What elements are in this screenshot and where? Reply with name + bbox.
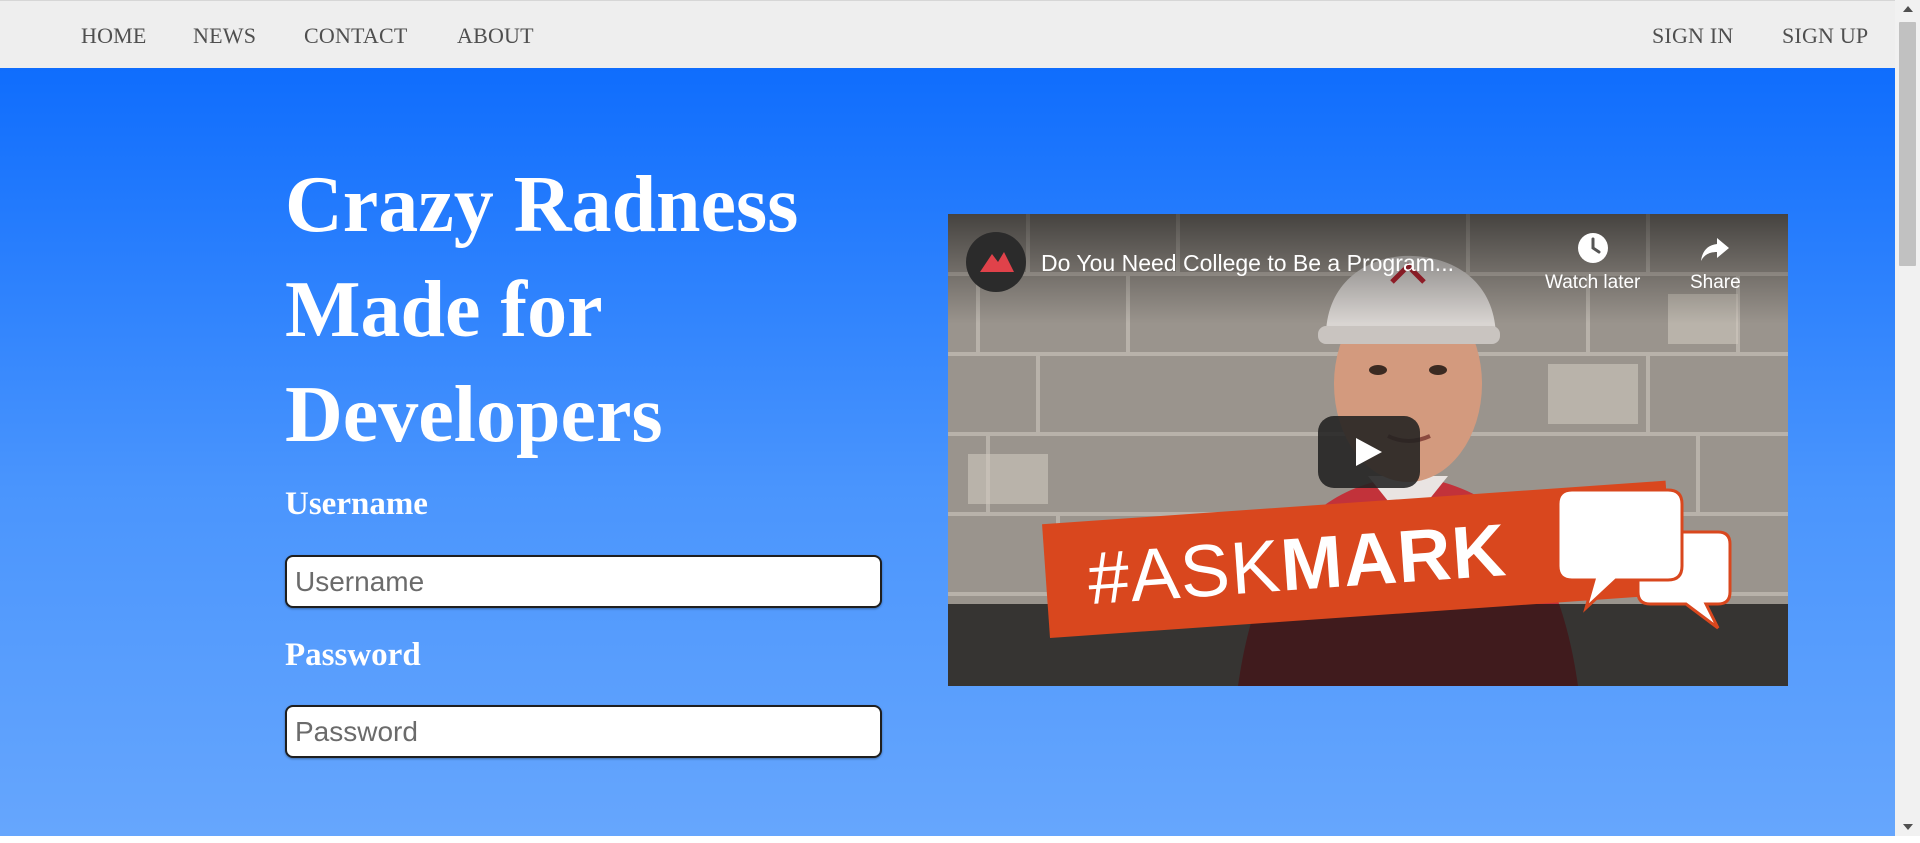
hero-title-line-3: Developers	[285, 371, 663, 459]
password-label: Password	[285, 637, 421, 673]
password-input[interactable]	[285, 705, 882, 758]
nav-sign-up-link[interactable]: SIGN UP	[1782, 23, 1868, 49]
share-label: Share	[1690, 272, 1741, 293]
watch-later-button[interactable]: Watch later	[1545, 232, 1640, 294]
scroll-down-arrow-icon[interactable]	[1903, 824, 1913, 830]
scroll-up-arrow-icon[interactable]	[1903, 6, 1913, 12]
username-input[interactable]	[285, 555, 882, 608]
play-icon	[1356, 438, 1382, 466]
share-button[interactable]: Share	[1690, 232, 1741, 294]
nav-contact-link[interactable]: CONTACT	[304, 23, 408, 49]
hero-title-line-2: Made for	[285, 266, 603, 354]
username-label: Username	[285, 486, 428, 522]
nav-news-link[interactable]: NEWS	[193, 23, 256, 49]
youtube-video-embed[interactable]: Do You Need College to Be a Program... W…	[948, 214, 1788, 686]
nav-sign-in-link[interactable]: SIGN IN	[1652, 23, 1733, 49]
hero-title: Crazy Radness Made for Developers	[285, 153, 905, 468]
channel-logo-icon[interactable]	[966, 232, 1026, 292]
top-navbar: HOME NEWS CONTACT ABOUT SIGN IN SIGN UP	[0, 0, 1895, 68]
clock-icon	[1577, 233, 1608, 263]
nav-about-link[interactable]: ABOUT	[457, 23, 534, 49]
vertical-scrollbar[interactable]	[1895, 0, 1920, 836]
video-title[interactable]: Do You Need College to Be a Program...	[1041, 250, 1454, 277]
banner-hash-text: #ASK	[1085, 523, 1284, 621]
banner-bold-text: MARK	[1277, 508, 1510, 607]
play-button[interactable]	[1318, 416, 1420, 488]
watch-later-label: Watch later	[1545, 272, 1641, 293]
speech-bubbles-icon	[1558, 488, 1732, 630]
share-arrow-icon	[1701, 238, 1730, 261]
hero-title-line-1: Crazy Radness	[285, 161, 799, 249]
scrollbar-thumb[interactable]	[1899, 22, 1916, 266]
askmark-banner-text: #ASKMARK	[1085, 508, 1510, 621]
nav-home-link[interactable]: HOME	[81, 23, 147, 49]
